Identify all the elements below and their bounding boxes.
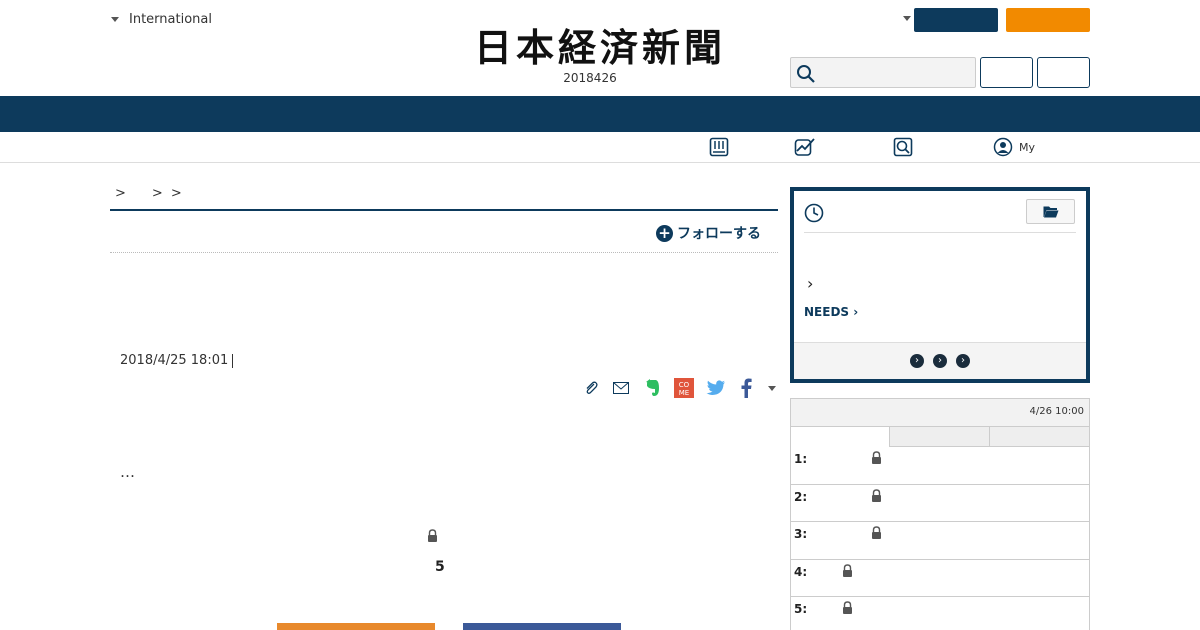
subnav-paper[interactable]	[709, 137, 729, 157]
ranking-number: 3:	[794, 527, 808, 541]
mail-share-button[interactable]	[610, 377, 632, 399]
sub-navigation: My	[0, 132, 1200, 163]
ranking-tab-1[interactable]	[791, 427, 891, 447]
user-icon	[993, 137, 1013, 157]
ranking-number: 4:	[794, 564, 808, 579]
subnav-my-label: My	[1019, 140, 1036, 154]
published-date: 2018/4/25 18:01	[120, 353, 233, 368]
article-ellipsis: …	[120, 463, 135, 481]
evernote-share-button[interactable]	[641, 377, 663, 399]
site-logo[interactable]: 日本経済新聞	[450, 28, 750, 68]
mail-icon	[613, 382, 629, 394]
ranking-tab-2[interactable]	[890, 427, 990, 447]
caret-down-icon[interactable]	[903, 16, 911, 21]
ranking-row[interactable]: 3:	[791, 522, 1089, 560]
breadcrumb-separator: >	[151, 186, 163, 201]
paper-icon	[709, 137, 729, 157]
ranking-panel: 4/26 10:00 1: 2: 3: 4: 5:	[790, 398, 1090, 630]
needs-label: NEEDS	[804, 305, 850, 319]
panel-divider	[804, 232, 1076, 233]
facebook-icon	[741, 378, 752, 398]
ranking-number: 5:	[794, 602, 808, 616]
svg-text:ME: ME	[679, 389, 689, 397]
circle-arrow-icon[interactable]: ›	[910, 354, 924, 368]
ranking-header: 4/26 10:00	[791, 399, 1089, 427]
needs-link[interactable]: NEEDS ›	[804, 305, 858, 319]
come-icon: CO ME	[674, 378, 694, 398]
ranking-time: 4/26 10:00	[1029, 406, 1084, 417]
search-box[interactable]	[790, 57, 976, 88]
lock-icon	[872, 451, 881, 464]
main-navbar	[0, 96, 1200, 132]
clip-button[interactable]	[580, 377, 602, 399]
header-button-1[interactable]	[980, 57, 1033, 88]
lock-icon	[872, 526, 881, 539]
follow-button[interactable]: + フォローする	[656, 223, 761, 243]
history-panel: › NEEDS › › › ›	[790, 187, 1090, 383]
share-more-button[interactable]	[761, 377, 783, 399]
twitter-share-button[interactable]	[705, 377, 727, 399]
lock-icon	[843, 563, 852, 577]
circle-arrow-icon[interactable]: ›	[956, 354, 970, 368]
ranking-row[interactable]: 2:	[791, 485, 1089, 522]
folder-icon	[1043, 206, 1058, 218]
circle-arrow-icon[interactable]: ›	[933, 354, 947, 368]
chevron-right-icon: ›	[853, 305, 859, 319]
ranking-row[interactable]: 5:	[791, 597, 1089, 630]
evernote-icon	[646, 379, 659, 396]
follow-label: フォローする	[677, 226, 761, 242]
twitter-icon	[706, 379, 725, 395]
paperclip-icon	[586, 381, 598, 394]
svg-text:CO: CO	[679, 381, 690, 389]
subnav-search[interactable]	[893, 137, 913, 157]
chart-icon	[794, 138, 815, 156]
panel-footer: › › ›	[794, 342, 1086, 379]
ranking-tabs	[791, 427, 1089, 447]
search-icon	[893, 137, 913, 157]
lock-icon	[872, 488, 881, 502]
ranking-tab-3[interactable]	[989, 427, 1089, 447]
ranking-number: 2:	[794, 489, 808, 504]
edition-label: International	[129, 12, 212, 27]
come-share-button[interactable]: CO ME	[673, 377, 695, 399]
lock-icon	[843, 601, 852, 614]
plus-icon: +	[656, 224, 673, 242]
subscribe-button[interactable]	[1006, 8, 1090, 32]
subnav-my[interactable]: My	[993, 137, 1035, 157]
more-caret-icon	[768, 385, 776, 391]
search-icon	[797, 65, 815, 83]
subscription-count: 5	[435, 559, 445, 575]
register-button[interactable]	[277, 623, 435, 630]
caret-down-icon	[111, 17, 119, 22]
chevron-right-icon[interactable]: ›	[807, 274, 813, 293]
folder-button[interactable]	[1026, 199, 1075, 224]
header-date: 2018426	[563, 71, 617, 85]
header-button-2[interactable]	[1037, 57, 1090, 88]
facebook-share-button[interactable]	[735, 377, 757, 399]
clock-icon	[804, 203, 824, 223]
ranking-number: 1:	[794, 452, 808, 466]
login-button[interactable]	[914, 8, 998, 32]
ranking-row[interactable]: 1:	[791, 447, 1089, 485]
search-input[interactable]	[819, 62, 969, 84]
section-divider	[110, 209, 778, 211]
subnav-chart[interactable]	[794, 137, 816, 157]
lock-icon	[428, 529, 437, 542]
breadcrumb-separator: >	[170, 186, 182, 201]
ranking-row[interactable]: 4:	[791, 560, 1089, 597]
breadcrumb-separator: >	[115, 186, 126, 201]
breadcrumb: > > >	[115, 186, 182, 201]
edition-selector[interactable]: International	[111, 12, 212, 27]
login-bottom-button[interactable]	[463, 623, 621, 630]
dotted-divider	[110, 252, 778, 253]
